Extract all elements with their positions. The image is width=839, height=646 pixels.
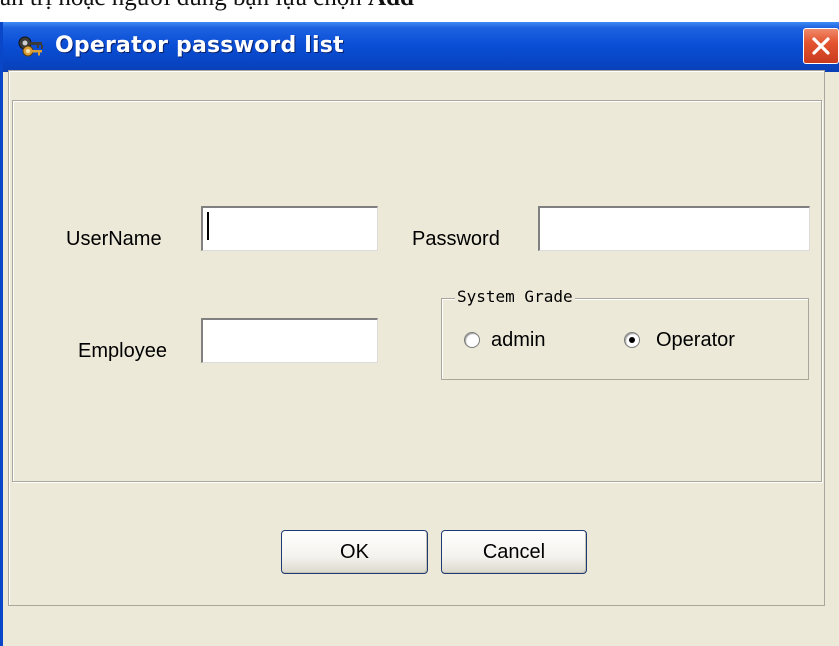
radio-selected-dot <box>629 337 635 343</box>
employee-input[interactable] <box>201 318 378 363</box>
window-title: Operator password list <box>55 33 344 58</box>
text-cursor <box>207 212 209 240</box>
close-icon <box>812 37 830 55</box>
password-input[interactable] <box>538 206 810 251</box>
system-grade-legend: System Grade <box>455 287 575 306</box>
radio-admin-label[interactable]: admin <box>491 329 545 352</box>
username-input[interactable] <box>201 206 378 251</box>
cancel-button[interactable]: Cancel <box>441 530 587 574</box>
close-button[interactable] <box>803 28 839 64</box>
background-text-bold: Add <box>368 0 414 11</box>
radio-operator[interactable] <box>624 332 640 348</box>
radio-operator-label[interactable]: Operator <box>656 329 735 352</box>
employee-label: Employee <box>78 340 167 362</box>
radio-admin[interactable] <box>464 332 480 348</box>
keys-icon <box>18 36 43 57</box>
title-bar[interactable]: Operator password list <box>3 22 839 72</box>
form-panel <box>12 100 822 482</box>
username-label: UserName <box>66 228 162 250</box>
background-document-text: ản trị hoặc người dùng bạn lựa chọn Add <box>0 0 414 12</box>
password-label: Password <box>412 228 500 250</box>
ok-button[interactable]: OK <box>281 530 428 574</box>
background-text-prefix: ản trị hoặc người dùng bạn lựa chọn <box>0 0 368 11</box>
